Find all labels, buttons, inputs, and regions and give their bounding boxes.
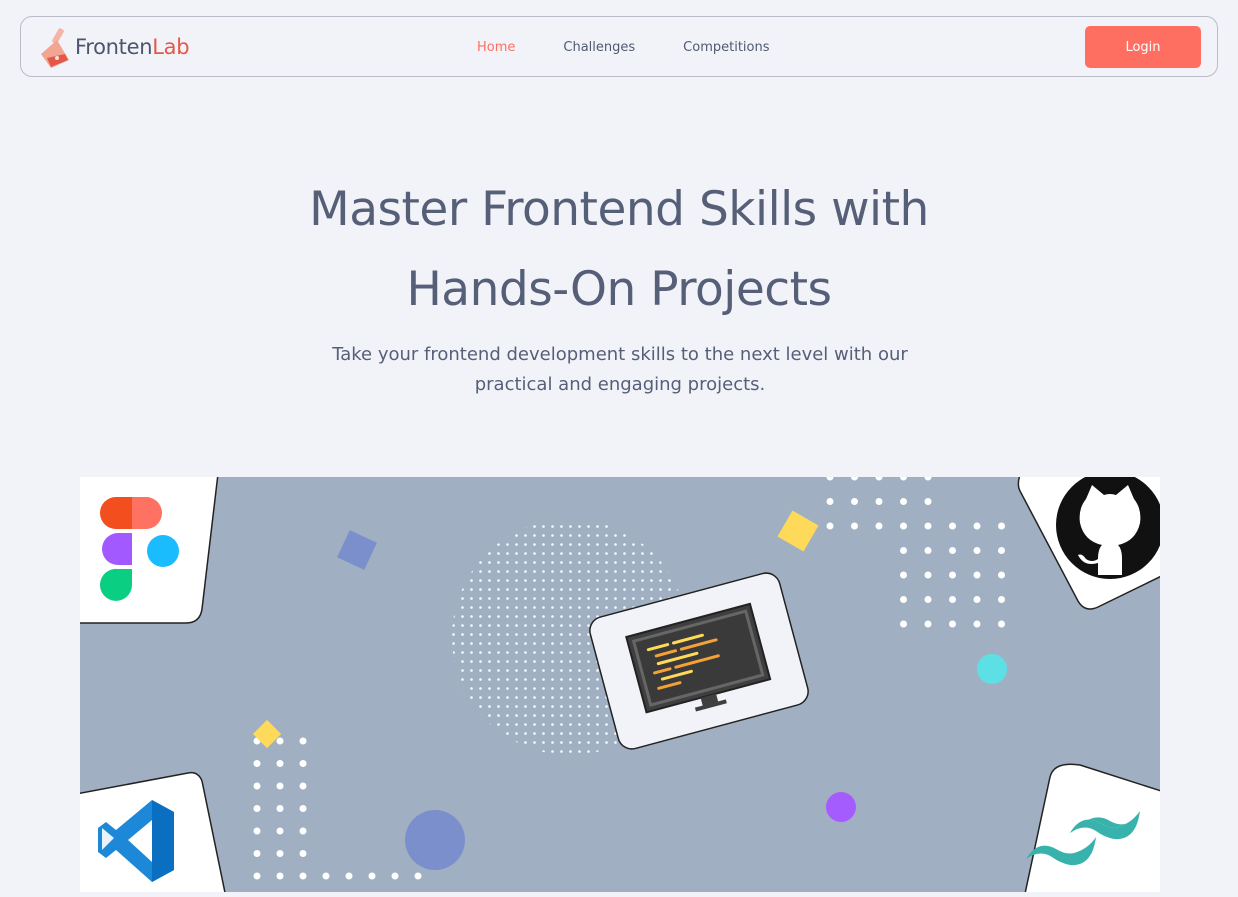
dot bbox=[299, 760, 307, 767]
dot bbox=[253, 760, 261, 767]
dot bbox=[973, 620, 981, 628]
dot bbox=[276, 805, 284, 812]
dot bbox=[253, 805, 261, 812]
dot bbox=[276, 872, 284, 880]
dot bbox=[253, 850, 261, 857]
dot bbox=[276, 850, 284, 857]
blue-circle-shape bbox=[405, 810, 465, 870]
dot bbox=[949, 547, 956, 554]
dot bbox=[276, 827, 284, 835]
dot bbox=[276, 737, 284, 745]
purple-circle-shape bbox=[826, 792, 856, 822]
dot bbox=[900, 620, 907, 628]
dot bbox=[276, 782, 284, 790]
dot bbox=[998, 596, 1005, 603]
dot bbox=[826, 498, 834, 505]
dot bbox=[973, 596, 981, 603]
hero-subtitle: Take your frontend development skills to… bbox=[300, 340, 940, 400]
nav-link-challenges[interactable]: Challenges bbox=[563, 40, 635, 55]
dot bbox=[998, 522, 1005, 530]
nav-links: Home Challenges Competitions bbox=[477, 17, 818, 78]
dot bbox=[900, 498, 907, 505]
dot bbox=[368, 872, 376, 880]
dot bbox=[276, 760, 284, 767]
cyan-circle-shape bbox=[977, 654, 1007, 684]
logo[interactable]: FrontenLab bbox=[37, 23, 190, 71]
hero-subtitle-line1: Take your frontend development skills to… bbox=[332, 344, 908, 365]
dot bbox=[924, 620, 932, 628]
dot bbox=[299, 872, 307, 880]
navbar: FrontenLab Home Challenges Competitions … bbox=[20, 16, 1218, 77]
dot bbox=[299, 737, 307, 745]
dot bbox=[973, 547, 981, 554]
nav-link-competitions[interactable]: Competitions bbox=[683, 40, 769, 55]
dot bbox=[900, 596, 907, 603]
dot bbox=[851, 498, 858, 505]
hero-title-line1: Master Frontend Skills with bbox=[309, 182, 929, 237]
dot bbox=[998, 547, 1005, 554]
dot bbox=[900, 547, 907, 554]
dot bbox=[826, 522, 834, 530]
dot bbox=[924, 571, 932, 579]
hero-title: Master Frontend Skills with Hands-On Proj… bbox=[0, 170, 1238, 330]
figma-card bbox=[59, 456, 221, 624]
brand-name: FrontenLab bbox=[75, 35, 190, 59]
dot bbox=[900, 571, 907, 579]
dot bbox=[253, 782, 261, 790]
flask-icon bbox=[41, 28, 69, 68]
brand-name-part1: Fronten bbox=[75, 35, 153, 59]
dot bbox=[414, 872, 422, 880]
dot bbox=[973, 571, 981, 579]
brand-name-part2: Lab bbox=[152, 35, 190, 59]
nav-link-home[interactable]: Home bbox=[477, 40, 515, 55]
dot bbox=[924, 498, 932, 505]
dot bbox=[949, 522, 956, 530]
dot bbox=[973, 522, 981, 530]
dot bbox=[949, 596, 956, 603]
dot bbox=[299, 782, 307, 790]
dot bbox=[998, 571, 1005, 579]
hero-illustration bbox=[59, 456, 1181, 897]
dot bbox=[253, 872, 261, 880]
dot bbox=[391, 872, 399, 880]
dot bbox=[253, 827, 261, 835]
dot bbox=[299, 850, 307, 857]
dot bbox=[949, 571, 956, 579]
dot bbox=[851, 522, 858, 530]
hero-subtitle-line2: practical and engaging projects. bbox=[474, 374, 766, 395]
dot bbox=[900, 522, 907, 530]
dot bbox=[345, 872, 353, 880]
dot bbox=[299, 827, 307, 835]
dot bbox=[299, 805, 307, 812]
dot bbox=[924, 522, 932, 530]
dot bbox=[924, 596, 932, 603]
dot bbox=[322, 872, 330, 880]
dot bbox=[998, 620, 1005, 628]
login-button[interactable]: Login bbox=[1085, 26, 1201, 68]
hero-title-line2: Hands-On Projects bbox=[406, 262, 832, 317]
dot bbox=[949, 620, 956, 628]
dot bbox=[875, 522, 883, 530]
dot bbox=[924, 547, 932, 554]
dot bbox=[875, 498, 883, 505]
